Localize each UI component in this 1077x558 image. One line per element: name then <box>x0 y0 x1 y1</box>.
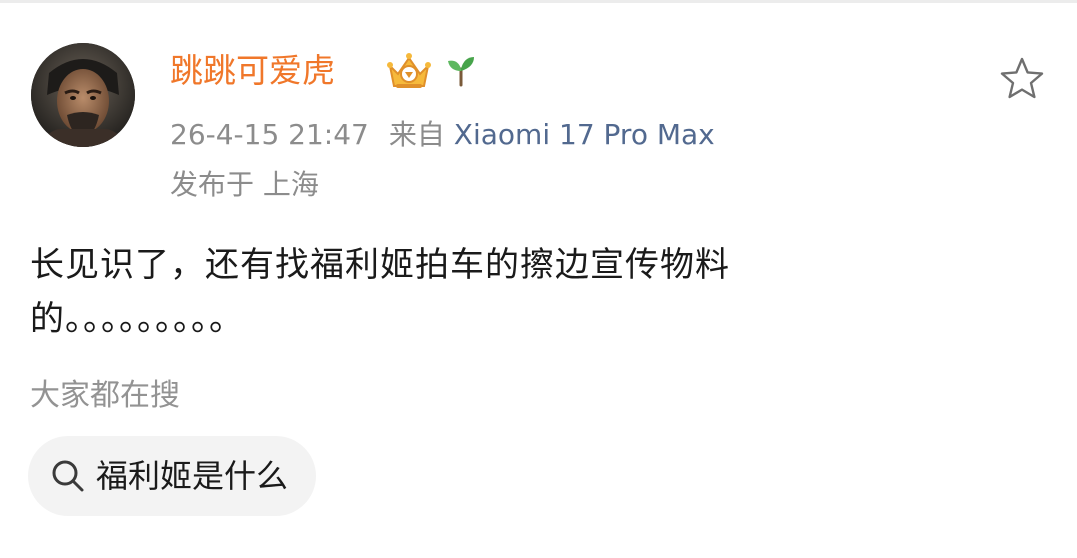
post-body-text: 长见识了，还有找福利姬拍车的擦边宣传物料的。。。。。。。。。 <box>30 245 730 339</box>
star-outline-icon[interactable] <box>998 55 1046 101</box>
post-location: 发布于 上海 <box>170 168 319 201</box>
source-device-link[interactable]: Xiaomi 17 Pro Max <box>454 118 715 151</box>
avatar[interactable] <box>31 43 135 147</box>
author-name[interactable]: 跳跳可爱虎 <box>170 48 335 94</box>
search-suggestion-label: 福利姬是什么 <box>96 457 289 495</box>
weibo-post-card: 跳跳可爱虎 26-4-15 21:47 来自 Xiaomi 17 Pro Max … <box>0 0 1077 558</box>
source-label: 来自 <box>388 118 445 151</box>
avatar-portrait-icon <box>31 43 135 147</box>
search-suggestion-chip[interactable]: 福利姬是什么 <box>28 436 317 516</box>
crown-badge-icon[interactable] <box>386 50 432 92</box>
top-divider <box>0 0 1077 3</box>
trending-search-heading: 大家都在搜 <box>30 378 180 413</box>
sprout-badge-icon[interactable] <box>444 53 478 87</box>
post-timestamp: 26-4-15 21:47 <box>170 118 369 151</box>
search-icon <box>52 460 84 492</box>
post-meta: 26-4-15 21:47 来自 Xiaomi 17 Pro Max <box>170 114 715 156</box>
